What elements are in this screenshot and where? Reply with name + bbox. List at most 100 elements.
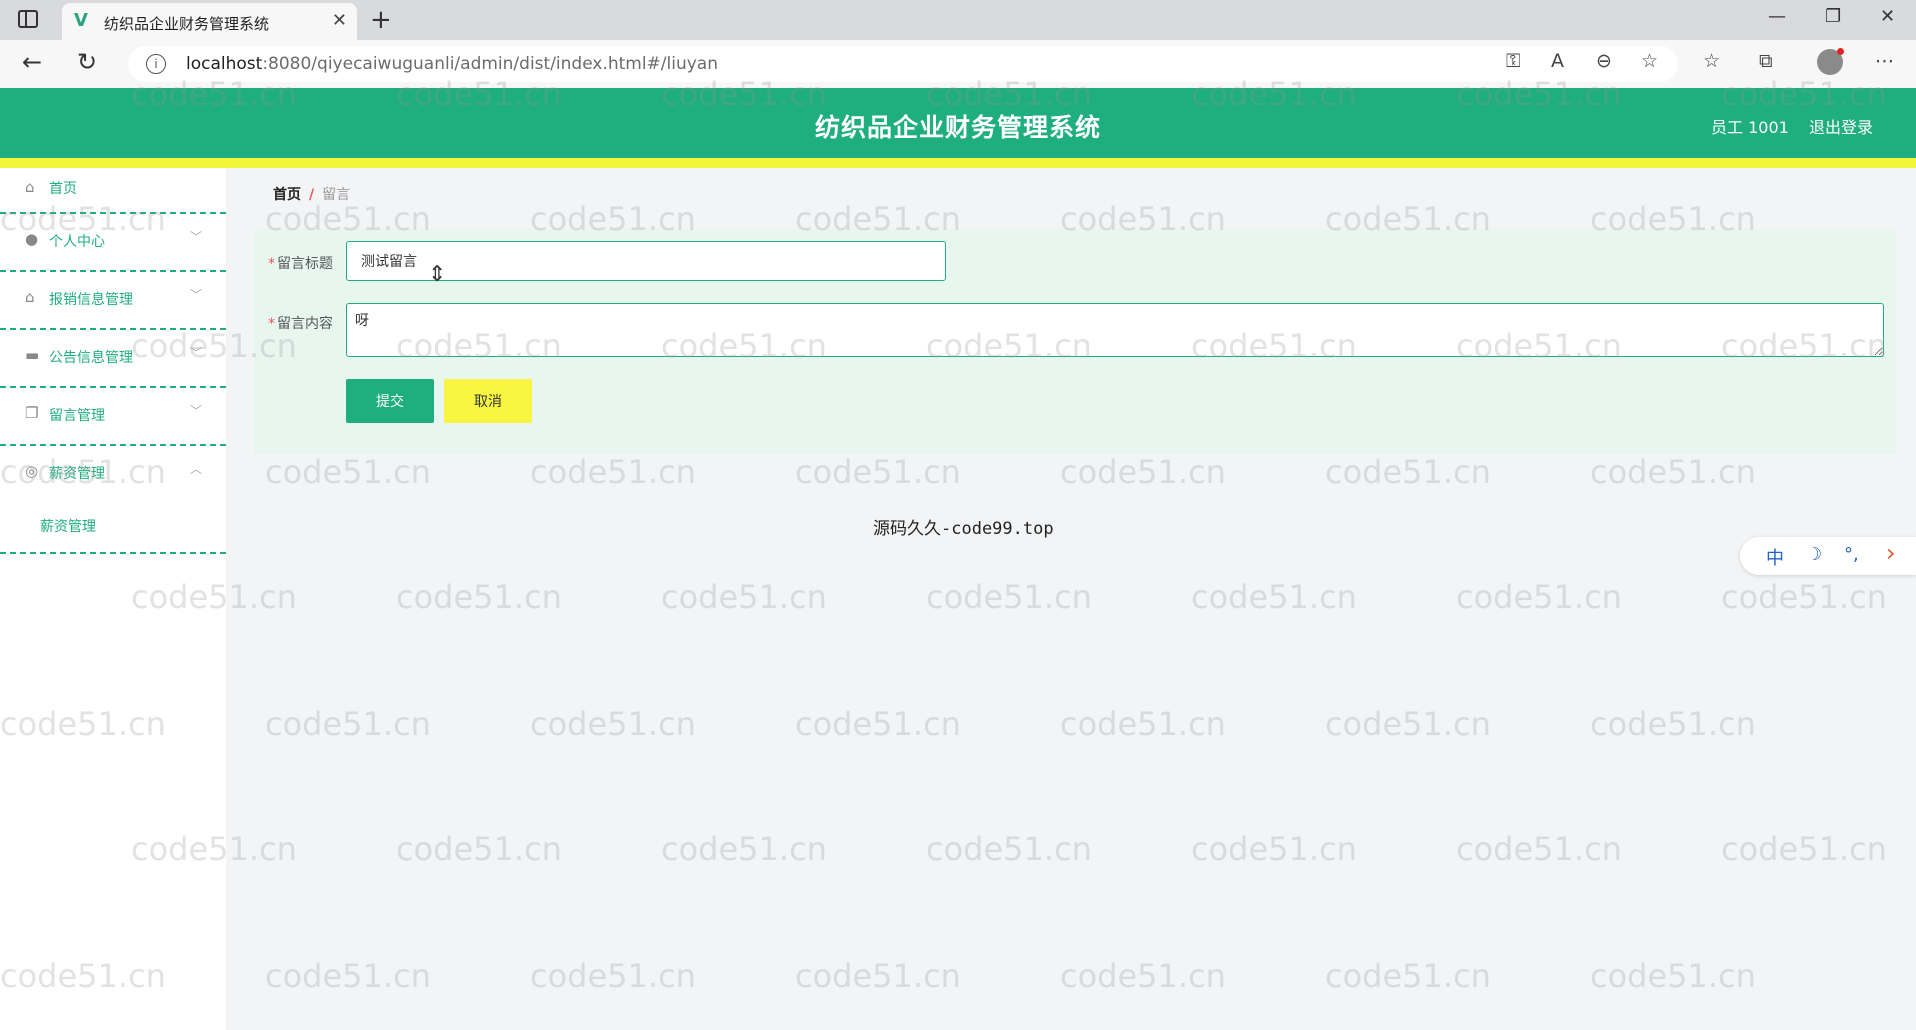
watermark-text: code51.cn: [1191, 578, 1357, 616]
url-host: localhost: [186, 54, 263, 74]
watermark-text: code51.cn: [1456, 830, 1622, 868]
sidebar-item-label: 个人中心: [49, 234, 105, 250]
chevron-up-icon: ︿: [189, 462, 202, 476]
sidebar-item-label: 留言管理: [49, 408, 105, 424]
more-icon[interactable]: ⋯: [1875, 50, 1894, 72]
watermark-text: code51.cn: [265, 705, 431, 743]
sidebar-item-home[interactable]: ⌂ 首页: [0, 168, 226, 214]
watermark-text: code51.cn: [661, 578, 827, 616]
url-field[interactable]: i localhost:8080/qiyecaiwuguanli/admin/d…: [128, 46, 1678, 82]
chevron-down-icon: ﹀: [189, 404, 202, 418]
sidebar-item-label: 薪资管理: [49, 466, 105, 482]
watermark-text: code51.cn: [795, 453, 961, 491]
user-icon: ●: [25, 230, 39, 248]
watermark-text: code51.cn: [1060, 705, 1226, 743]
watermark-text: code51.cn: [1456, 578, 1622, 616]
watermark-text: code51.cn: [1060, 957, 1226, 995]
app-title: 纺织品企业财务管理系统: [814, 113, 1101, 142]
minimize-icon[interactable]: —: [1768, 6, 1786, 27]
ime-arrow-icon[interactable]: ›: [1886, 539, 1896, 567]
back-arrow-icon[interactable]: ←: [22, 48, 42, 76]
chevron-down-icon: ﹀: [189, 230, 202, 244]
home-icon: ⌂: [25, 178, 35, 196]
watermark-text: code51.cn: [396, 830, 562, 868]
ime-moon-icon[interactable]: ☽: [1806, 544, 1822, 565]
breadcrumb: 首页 / 留言: [273, 184, 350, 204]
maximize-icon[interactable]: ❐: [1825, 6, 1841, 27]
watermark-text: code51.cn: [530, 705, 696, 743]
sidebar-item-label: 报销信息管理: [49, 292, 133, 308]
window-close-icon[interactable]: ✕: [1880, 6, 1895, 27]
cancel-button[interactable]: 取消: [444, 379, 532, 423]
zoom-out-icon[interactable]: ⊖: [1596, 50, 1612, 72]
watermark-text: code51.cn: [1721, 830, 1887, 868]
url-path: :8080/qiyecaiwuguanli/admin/dist/index.h…: [262, 54, 719, 74]
profile-badge-icon: [1837, 48, 1844, 55]
vue-favicon-icon: V: [74, 10, 88, 31]
monitor-icon: ▬: [25, 346, 40, 364]
logout-link[interactable]: 退出登录: [1809, 114, 1873, 138]
refresh-icon[interactable]: ↻: [77, 48, 97, 76]
watermark-text: code51.cn: [926, 578, 1092, 616]
title-label-text: 留言标题: [277, 256, 333, 272]
chevron-down-icon: ﹀: [189, 288, 202, 302]
tab-close-icon[interactable]: ✕: [332, 10, 347, 31]
sidebar-item-announcement[interactable]: ▬ 公告信息管理 ﹀: [0, 330, 226, 388]
circle-icon: ◎: [25, 462, 39, 480]
sidebar: ⌂ 首页 ● 个人中心 ﹀ ⌂ 报销信息管理 ﹀ ▬ 公告信息管理 ﹀ ❐ 留言…: [0, 168, 226, 1030]
copy-icon: ❐: [25, 404, 39, 422]
watermark-text: code51.cn: [396, 578, 562, 616]
ime-toolbar[interactable]: 中 ☽ °, ›: [1740, 537, 1916, 575]
tab-title: 纺织品企业财务管理系统: [104, 15, 270, 33]
submenu-item-salary[interactable]: 薪资管理: [40, 516, 96, 536]
watermark-text: code51.cn: [1590, 957, 1756, 995]
title-label: * 留言标题: [268, 256, 333, 272]
url-text: localhost:8080/qiyecaiwuguanli/admin/dis…: [186, 54, 718, 74]
watermark-text: code51.cn: [1590, 453, 1756, 491]
watermark-text: code51.cn: [795, 957, 961, 995]
app-header: 纺织品企业财务管理系统 员工 1001 退出登录: [0, 88, 1916, 158]
watermark-text: code51.cn: [795, 705, 961, 743]
chevron-down-icon: ﹀: [189, 346, 202, 360]
watermark-text: code51.cn: [1590, 705, 1756, 743]
sidebar-item-label: 首页: [49, 181, 77, 197]
new-tab-icon[interactable]: +: [370, 5, 392, 35]
watermark-text: code51.cn: [265, 957, 431, 995]
sidebar-item-messages[interactable]: ❐ 留言管理 ﹀: [0, 388, 226, 446]
user-label: 员工 1001: [1711, 118, 1789, 137]
address-bar: ← ↻ i localhost:8080/qiyecaiwuguanli/adm…: [0, 40, 1916, 88]
watermark-text: code51.cn: [1325, 453, 1491, 491]
key-icon[interactable]: ⚿: [1506, 50, 1520, 72]
browser-tab-bar: V 纺织品企业财务管理系统 ✕ + — ❐ ✕: [0, 0, 1916, 40]
sidebar-item-label: 公告信息管理: [49, 350, 133, 366]
watermark-text: code51.cn: [1060, 453, 1226, 491]
message-form: *留言标题 *留言内容 呀 提交 取消: [254, 229, 1896, 454]
tab-actions-icon[interactable]: [18, 10, 38, 28]
watermark-text: code51.cn: [530, 957, 696, 995]
ime-punctuation-icon[interactable]: °,: [1844, 544, 1859, 565]
watermark-text: code51.cn: [530, 453, 696, 491]
sidebar-item-reimbursement[interactable]: ⌂ 报销信息管理 ﹀: [0, 272, 226, 330]
content-label-text: 留言内容: [277, 316, 333, 332]
favorite-add-icon[interactable]: ☆: [1641, 50, 1658, 72]
collections-icon[interactable]: ⧉: [1759, 50, 1773, 72]
browser-tab[interactable]: V 纺织品企业财务管理系统 ✕: [62, 3, 357, 40]
footer-text: 源码久久-code99.top: [873, 519, 1054, 539]
watermark-text: code51.cn: [926, 830, 1092, 868]
content-textarea[interactable]: 呀: [346, 303, 1884, 357]
breadcrumb-current: 留言: [322, 187, 351, 203]
breadcrumb-home[interactable]: 首页: [273, 187, 301, 203]
bell-icon: ⌂: [25, 288, 35, 306]
read-aloud-icon[interactable]: A: [1551, 50, 1564, 72]
favorites-icon[interactable]: ☆: [1703, 50, 1720, 72]
text-cursor-icon: ⇕: [428, 262, 447, 287]
breadcrumb-separator: /: [309, 187, 315, 203]
content-label: * 留言内容: [268, 316, 333, 332]
site-info-icon[interactable]: i: [146, 54, 166, 74]
submit-button[interactable]: 提交: [346, 379, 434, 423]
watermark-text: code51.cn: [1721, 578, 1887, 616]
watermark-text: code51.cn: [1325, 957, 1491, 995]
sidebar-item-profile[interactable]: ● 个人中心 ﹀: [0, 214, 226, 272]
ime-chinese-icon[interactable]: 中: [1766, 544, 1784, 570]
sidebar-item-salary[interactable]: ◎ 薪资管理 ︿ 薪资管理: [0, 446, 226, 554]
